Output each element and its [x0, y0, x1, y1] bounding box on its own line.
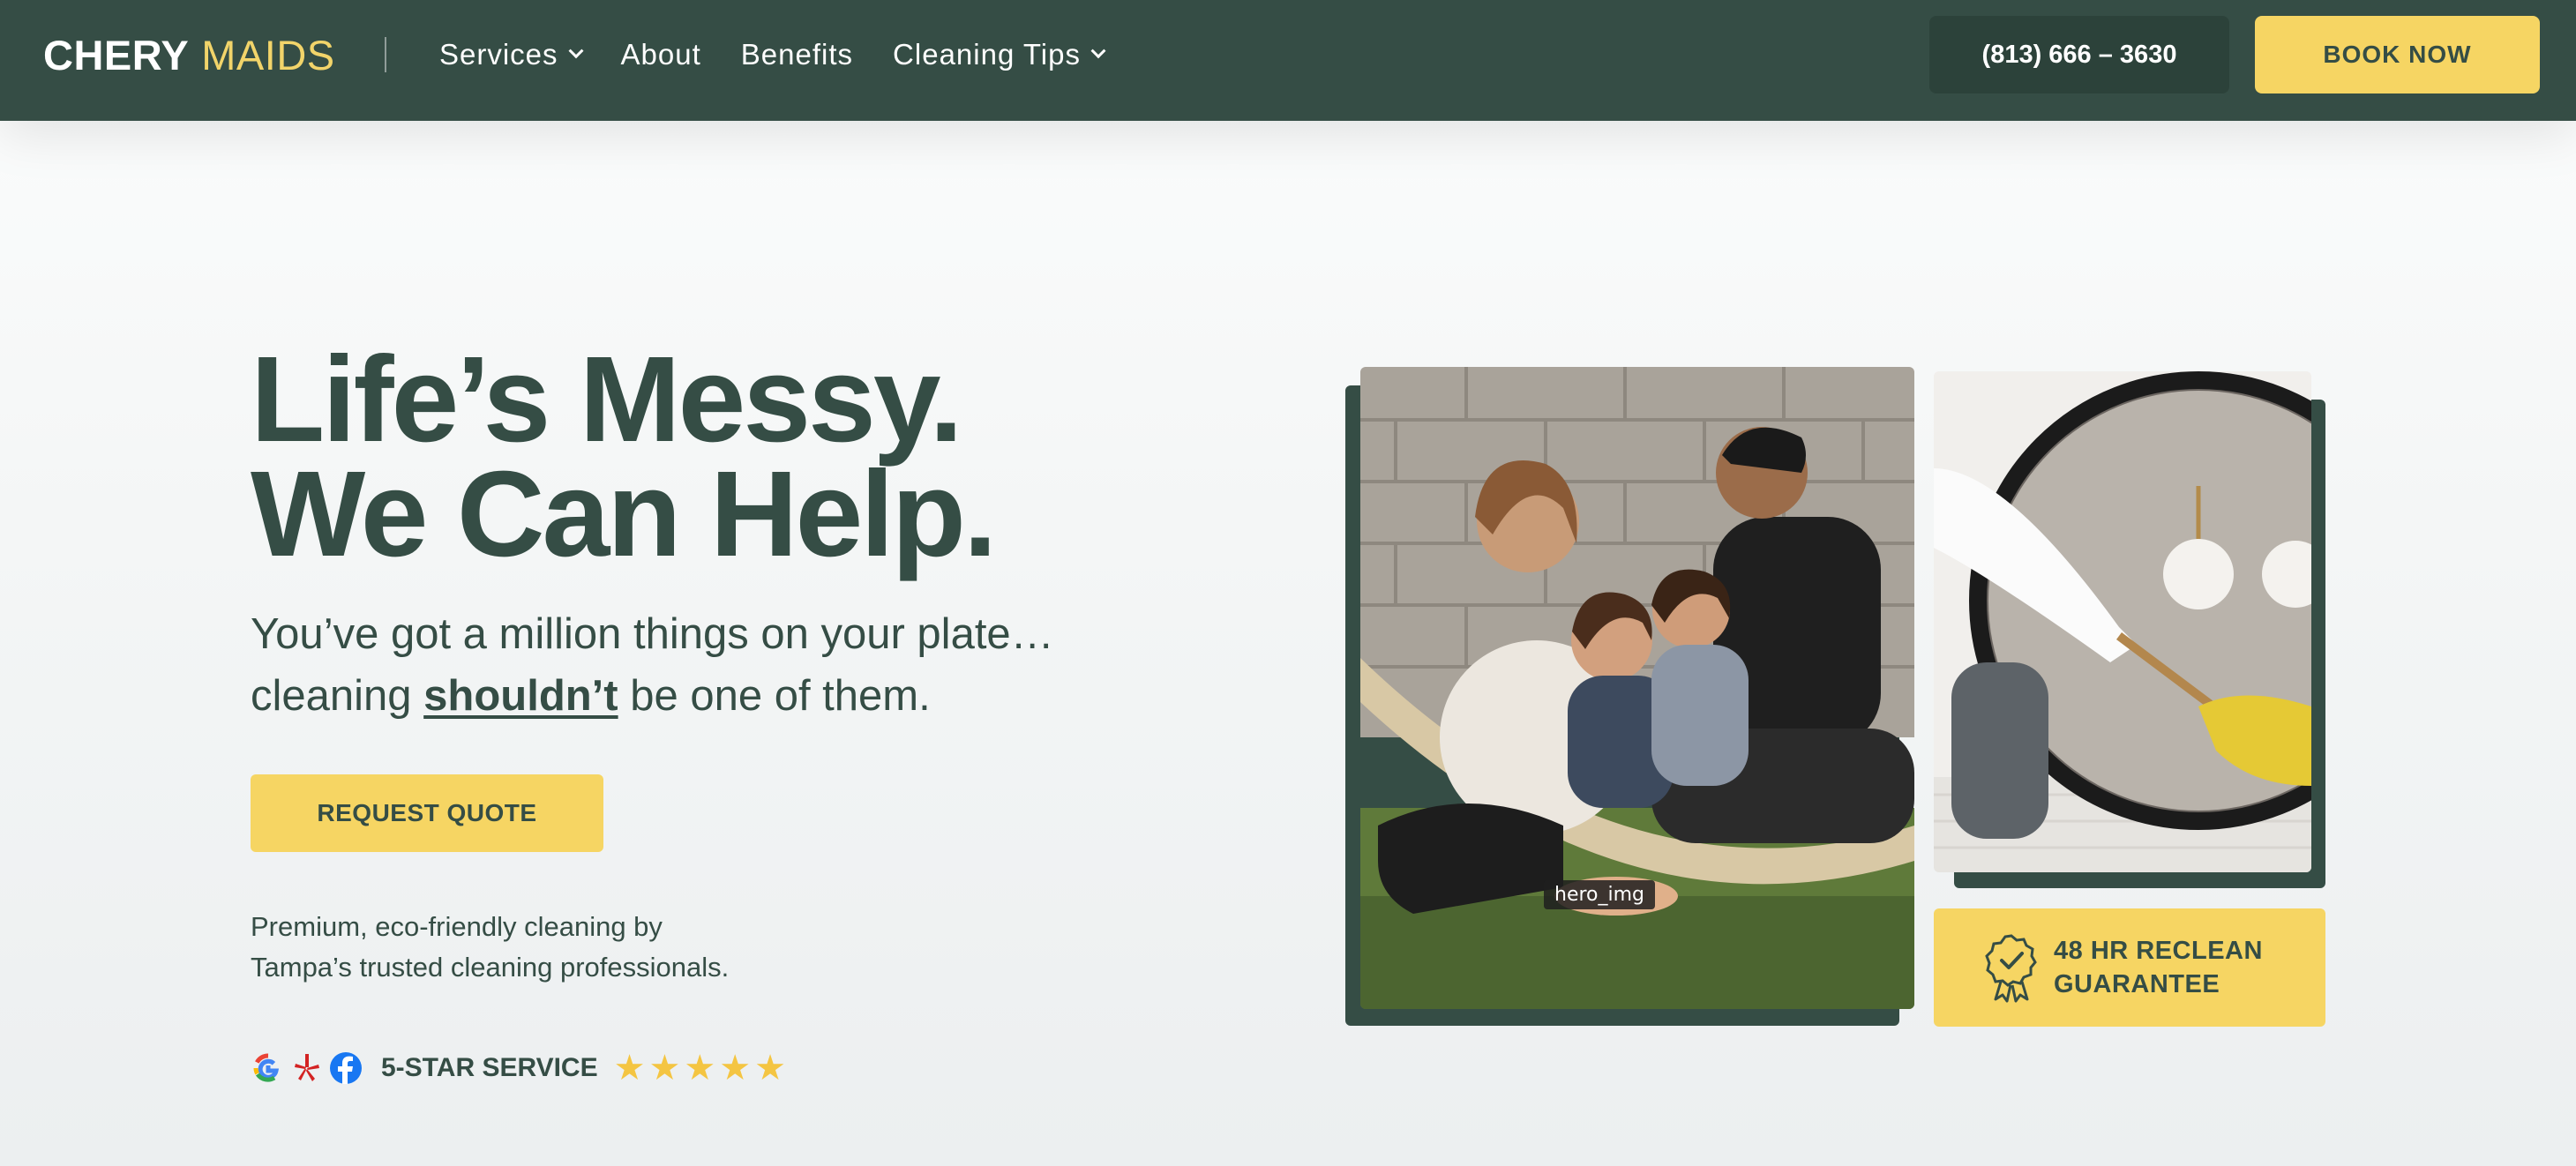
- hero-description: Premium, eco-friendly cleaning by Tampa’…: [251, 907, 956, 988]
- nav-item-label: Benefits: [740, 38, 854, 71]
- logo-word-chery: CHERY: [43, 31, 190, 78]
- hero-title: Life’s Messy. We Can Help.: [251, 332, 1045, 582]
- request-quote-button[interactable]: REQUEST QUOTE: [251, 774, 603, 852]
- cleaning-mirror-photo: [1934, 371, 2311, 872]
- hero-subtitle-line: You’ve got a million things on your plat…: [251, 610, 1054, 658]
- hero-subtitle-line-2: cleaning shouldn’t be one of them.: [251, 665, 1133, 727]
- nav-item-services[interactable]: Services: [439, 38, 584, 71]
- hero-subtitle: You’ve got a million things on your plat…: [251, 603, 1133, 727]
- nav-item-label: Services: [439, 38, 558, 71]
- star-icon: ★: [719, 1049, 752, 1088]
- star-icon: ★: [754, 1049, 786, 1088]
- nav-item-about[interactable]: About: [621, 38, 701, 71]
- phone-button[interactable]: (813) 666 – 3630: [1929, 16, 2229, 93]
- nav-item-label: About: [620, 38, 701, 71]
- hero-family-photo: [1360, 367, 1914, 1009]
- book-now-button[interactable]: BOOK NOW: [2255, 16, 2540, 93]
- yelp-icon[interactable]: [289, 1050, 325, 1086]
- star-icon: ★: [684, 1049, 716, 1088]
- nav-item-cleaning-tips[interactable]: Cleaning Tips: [893, 38, 1106, 71]
- badge-check-icon: [1985, 934, 2037, 1003]
- rating-row: 5-STAR SERVICE ★ ★ ★ ★ ★: [251, 1048, 786, 1088]
- main-nav: Services About Benefits Cleaning Tips: [439, 30, 1106, 79]
- reclean-guarantee-badge: 48 HR RECLEAN GUARANTEE: [1934, 908, 2325, 1027]
- guarantee-line: 48 HR RECLEAN: [2054, 937, 2263, 965]
- star-icon: ★: [613, 1049, 646, 1088]
- nav-item-label: Cleaning Tips: [893, 38, 1081, 71]
- facebook-icon[interactable]: [328, 1050, 363, 1086]
- star-icon: ★: [648, 1049, 681, 1088]
- chevron-down-icon: [1090, 43, 1106, 59]
- hero-title-line: We Can Help.: [251, 446, 997, 582]
- google-icon[interactable]: [251, 1050, 286, 1086]
- top-navbar: CHERY MAIDS Services About Benefits Clea…: [0, 0, 2576, 121]
- hero-description-line: Premium, eco-friendly cleaning by: [251, 911, 663, 942]
- site-logo[interactable]: CHERY MAIDS: [43, 26, 335, 83]
- star-rating: ★ ★ ★ ★ ★: [614, 1050, 786, 1086]
- rating-label: 5-STAR SERVICE: [381, 1053, 598, 1082]
- guarantee-line: GUARANTEE: [2054, 970, 2220, 998]
- nav-item-benefits[interactable]: Benefits: [741, 38, 853, 71]
- subtitle-text: cleaning: [251, 672, 424, 720]
- nav-divider: [385, 37, 386, 72]
- chevron-down-icon: [568, 43, 584, 59]
- logo-word-maids: MAIDS: [201, 31, 335, 78]
- subtitle-emphasis: shouldn’t: [423, 672, 618, 720]
- subtitle-text: be one of them.: [618, 672, 931, 720]
- hero-description-line: Tampa’s trusted cleaning professionals.: [251, 952, 730, 983]
- image-caption: hero_img: [1544, 880, 1656, 909]
- hero-title-line: Life’s Messy.: [251, 332, 963, 467]
- guarantee-text: 48 HR RECLEAN GUARANTEE: [2054, 934, 2263, 1001]
